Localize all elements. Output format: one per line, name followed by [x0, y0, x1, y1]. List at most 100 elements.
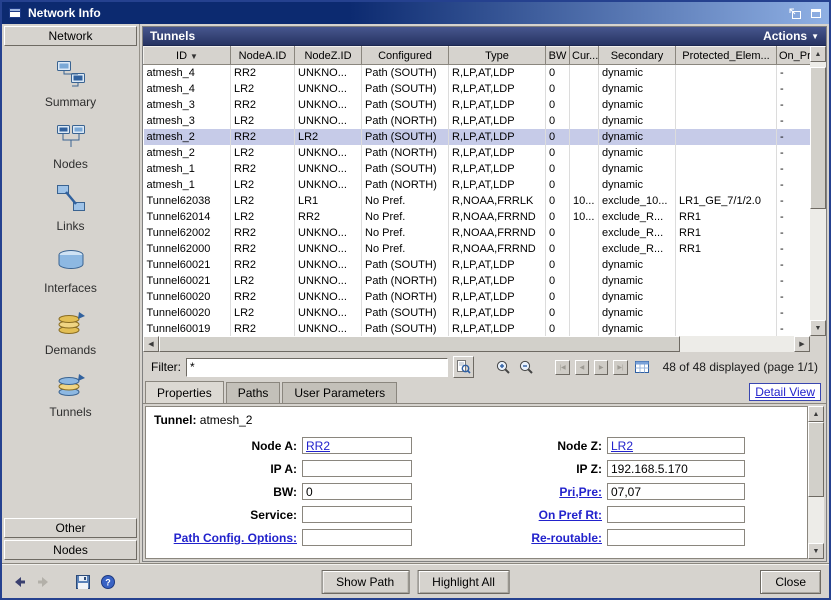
property-label[interactable]: On Pref Rt:: [439, 508, 607, 522]
property-label: BW:: [152, 485, 302, 499]
table-row[interactable]: atmesh_2LR2UNKNO...Path (NORTH)R,LP,AT,L…: [144, 145, 811, 161]
table-cell: Tunnel60021: [144, 257, 231, 273]
sidebar-item-links[interactable]: Links: [4, 184, 137, 233]
tabs-row: PropertiesPathsUser Parameters Detail Vi…: [143, 382, 826, 404]
sidebar-item-nodes[interactable]: Nodes: [4, 122, 137, 171]
scroll-down-icon[interactable]: ▼: [808, 543, 824, 559]
property-field[interactable]: [607, 529, 745, 546]
table-cell: R,LP,AT,LDP: [449, 113, 546, 129]
property-field[interactable]: [302, 506, 412, 523]
table-row[interactable]: Tunnel60021LR2UNKNO...Path (NORTH)R,LP,A…: [144, 273, 811, 289]
back-arrow-icon[interactable]: [10, 573, 28, 591]
property-field[interactable]: 0: [302, 483, 412, 500]
table-row[interactable]: Tunnel60021RR2UNKNO...Path (SOUTH)R,LP,A…: [144, 257, 811, 273]
table-row[interactable]: Tunnel60019RR2UNKNO...Path (SOUTH)R,LP,A…: [144, 321, 811, 337]
column-header[interactable]: Configured: [362, 47, 449, 65]
sidebar-network-button[interactable]: Network: [4, 26, 137, 46]
table-row[interactable]: Tunnel62014LR2RR2No Pref.R,NOAA,FRRND010…: [144, 209, 811, 225]
sidebar-item-demands[interactable]: Demands: [4, 308, 137, 357]
table-row[interactable]: atmesh_3RR2UNKNO...Path (SOUTH)R,LP,AT,L…: [144, 97, 811, 113]
table-horizontal-scrollbar[interactable]: ◀ ▶: [143, 336, 826, 352]
property-field[interactable]: [607, 506, 745, 523]
table-row[interactable]: Tunnel60020RR2UNKNO...Path (NORTH)R,LP,A…: [144, 289, 811, 305]
scroll-track[interactable]: [159, 336, 794, 352]
sidebar-item-label: Nodes: [53, 157, 88, 171]
actions-menu[interactable]: Actions ▼: [763, 29, 819, 43]
table-view-icon[interactable]: [633, 357, 652, 377]
property-label[interactable]: Re-routable:: [439, 531, 607, 545]
title-bar[interactable]: Network Info: [2, 2, 829, 24]
column-header[interactable]: Cur...: [570, 47, 599, 65]
tab-paths[interactable]: Paths: [226, 382, 281, 403]
table-row[interactable]: atmesh_2RR2LR2Path (SOUTH)R,LP,AT,LDP0dy…: [144, 129, 811, 145]
save-icon[interactable]: [74, 573, 92, 591]
scroll-left-icon[interactable]: ◀: [143, 336, 159, 352]
property-label[interactable]: Pri,Pre:: [439, 485, 607, 499]
table-row[interactable]: atmesh_4LR2UNKNO...Path (SOUTH)R,LP,AT,L…: [144, 81, 811, 97]
table-row[interactable]: atmesh_4RR2UNKNO...Path (SOUTH)R,LP,AT,L…: [144, 65, 811, 81]
scroll-thumb[interactable]: [808, 422, 824, 497]
next-page-button[interactable]: ▶: [594, 360, 608, 375]
sidebar-item-summary[interactable]: Summary: [4, 60, 137, 109]
table-row[interactable]: Tunnel62038LR2LR1No Pref.R,NOAA,FRRLK010…: [144, 193, 811, 209]
scroll-track[interactable]: [808, 422, 824, 543]
table-cell: UNKNO...: [295, 177, 362, 193]
property-field[interactable]: 192.168.5.170: [607, 460, 745, 477]
forward-arrow-icon[interactable]: [35, 573, 53, 591]
zoom-out-icon[interactable]: [517, 357, 536, 377]
property-field[interactable]: 07,07: [607, 483, 745, 500]
detach-window-icon[interactable]: [787, 6, 803, 20]
sidebar-item-interfaces[interactable]: Interfaces: [4, 246, 137, 295]
tab-user-parameters[interactable]: User Parameters: [282, 382, 397, 403]
column-header[interactable]: Secondary: [599, 47, 676, 65]
scroll-track[interactable]: [810, 62, 826, 320]
highlight-all-button[interactable]: Highlight All: [417, 570, 510, 594]
sidebar-nodes-button[interactable]: Nodes: [4, 540, 137, 560]
table-cell: 0: [546, 209, 570, 225]
scroll-right-icon[interactable]: ▶: [794, 336, 810, 352]
scroll-up-icon[interactable]: ▲: [808, 406, 824, 422]
column-header[interactable]: NodeZ.ID: [295, 47, 362, 65]
table-row[interactable]: Tunnel62000RR2UNKNO...No Pref.R,NOAA,FRR…: [144, 241, 811, 257]
table-row[interactable]: atmesh_1LR2UNKNO...Path (NORTH)R,LP,AT,L…: [144, 177, 811, 193]
table-vertical-scrollbar[interactable]: ▲ ▼: [810, 46, 826, 336]
help-icon[interactable]: ?: [99, 573, 117, 591]
table-cell: 0: [546, 81, 570, 97]
property-field[interactable]: RR2: [302, 437, 412, 454]
table-row[interactable]: Tunnel60020LR2UNKNO...Path (SOUTH)R,LP,A…: [144, 305, 811, 321]
previous-page-button[interactable]: ◀: [575, 360, 589, 375]
show-path-button[interactable]: Show Path: [321, 570, 409, 594]
sidebar-other-button[interactable]: Other: [4, 518, 137, 538]
scroll-up-icon[interactable]: ▲: [810, 46, 826, 62]
filter-input[interactable]: [186, 358, 448, 377]
properties-vertical-scrollbar[interactable]: ▲ ▼: [808, 406, 824, 559]
scroll-down-icon[interactable]: ▼: [810, 320, 826, 336]
table-cell: RR2: [231, 289, 295, 305]
close-button[interactable]: Close: [760, 570, 821, 594]
column-header[interactable]: Protected_Elem...: [676, 47, 777, 65]
table-row[interactable]: atmesh_1RR2UNKNO...Path (SOUTH)R,LP,AT,L…: [144, 161, 811, 177]
detail-view-link[interactable]: Detail View: [749, 383, 821, 401]
column-header[interactable]: BW: [546, 47, 570, 65]
property-field[interactable]: [302, 460, 412, 477]
sidebar-item-tunnels[interactable]: Tunnels: [4, 370, 137, 419]
column-header[interactable]: ID▼: [144, 47, 231, 65]
column-header[interactable]: Type: [449, 47, 546, 65]
search-button[interactable]: [453, 356, 474, 378]
property-field[interactable]: [302, 529, 412, 546]
maximize-window-icon[interactable]: [808, 6, 824, 20]
column-header[interactable]: On_Pri: [777, 47, 811, 65]
table-cell: 10...: [570, 193, 599, 209]
tab-properties[interactable]: Properties: [145, 381, 224, 403]
property-field[interactable]: LR2: [607, 437, 745, 454]
scroll-thumb[interactable]: [159, 336, 680, 352]
table-row[interactable]: atmesh_3LR2UNKNO...Path (NORTH)R,LP,AT,L…: [144, 113, 811, 129]
first-page-button[interactable]: |◀: [555, 360, 569, 375]
column-header[interactable]: NodeA.ID: [231, 47, 295, 65]
zoom-in-icon[interactable]: [493, 357, 512, 377]
last-page-button[interactable]: ▶|: [613, 360, 627, 375]
table-row[interactable]: Tunnel62002RR2UNKNO...No Pref.R,NOAA,FRR…: [144, 225, 811, 241]
table-cell: 0: [546, 97, 570, 113]
property-label[interactable]: Path Config. Options:: [152, 531, 302, 545]
scroll-thumb[interactable]: [810, 67, 826, 209]
